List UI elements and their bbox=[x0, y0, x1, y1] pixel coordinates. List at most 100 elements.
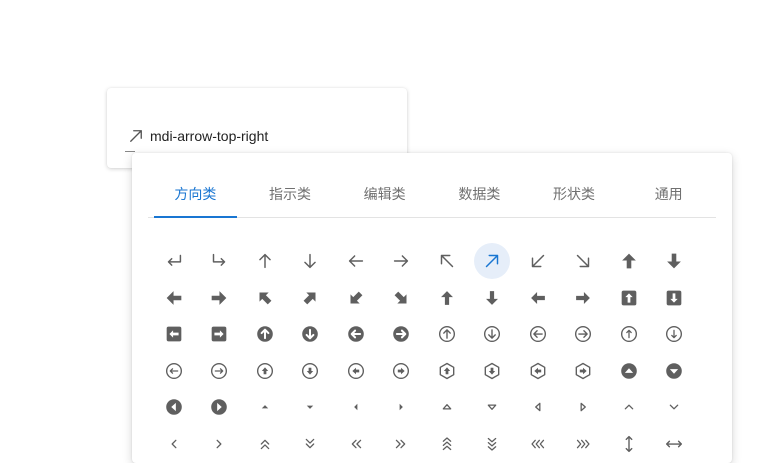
icon-option[interactable] bbox=[151, 280, 197, 317]
icon-option[interactable] bbox=[333, 280, 379, 317]
icon-option[interactable] bbox=[288, 243, 334, 280]
icon-option[interactable] bbox=[515, 243, 561, 280]
icon-option[interactable] bbox=[424, 389, 470, 426]
tab-shape[interactable]: 形状类 bbox=[527, 171, 622, 217]
icon-option[interactable] bbox=[333, 426, 379, 463]
icon-option[interactable] bbox=[288, 426, 334, 463]
icon-option[interactable] bbox=[197, 389, 243, 426]
icon-option[interactable] bbox=[242, 316, 288, 353]
icon-option[interactable] bbox=[424, 426, 470, 463]
arrow-bottom-right-bold-icon bbox=[383, 280, 419, 316]
icon-option[interactable] bbox=[379, 353, 425, 390]
icon-option[interactable] bbox=[333, 243, 379, 280]
arrow-up-thin-circle-outline-icon bbox=[611, 316, 647, 352]
icon-option[interactable] bbox=[515, 280, 561, 317]
arrow-down-bold-icon bbox=[656, 243, 692, 279]
icon-option[interactable] bbox=[151, 243, 197, 280]
icon-option[interactable] bbox=[515, 316, 561, 353]
icon-option[interactable] bbox=[561, 389, 607, 426]
icon-option[interactable] bbox=[379, 280, 425, 317]
icon-option[interactable] bbox=[606, 389, 652, 426]
menu-up-icon bbox=[247, 389, 283, 425]
icon-option[interactable] bbox=[606, 316, 652, 353]
icon-option[interactable] bbox=[197, 316, 243, 353]
arrow-up-icon bbox=[247, 243, 283, 279]
icon-option[interactable] bbox=[561, 280, 607, 317]
icon-option[interactable] bbox=[379, 243, 425, 280]
icon-option[interactable] bbox=[424, 243, 470, 280]
icon-option[interactable] bbox=[652, 316, 698, 353]
arrow-left-thin-circle-outline-icon bbox=[156, 353, 192, 389]
icon-option[interactable] bbox=[197, 243, 243, 280]
icon-option[interactable] bbox=[333, 353, 379, 390]
icon-option[interactable] bbox=[470, 316, 516, 353]
arrow-up-bold-icon bbox=[611, 243, 647, 279]
tab-data[interactable]: 数据类 bbox=[432, 171, 527, 217]
menu-up-outline-icon bbox=[429, 389, 465, 425]
arrow-down-drop-circle-icon bbox=[656, 353, 692, 389]
icon-option[interactable] bbox=[242, 280, 288, 317]
icon-option[interactable] bbox=[288, 280, 334, 317]
arrow-right-drop-circle-outline-icon bbox=[383, 353, 419, 389]
icon-option[interactable] bbox=[515, 353, 561, 390]
icon-option[interactable] bbox=[242, 353, 288, 390]
icon-option[interactable] bbox=[606, 426, 652, 463]
icon-option[interactable] bbox=[151, 389, 197, 426]
icon-option[interactable] bbox=[606, 280, 652, 317]
icon-option[interactable] bbox=[288, 353, 334, 390]
icon-option[interactable] bbox=[379, 316, 425, 353]
arrow-down-thin-circle-outline-icon bbox=[656, 316, 692, 352]
icon-option[interactable] bbox=[197, 426, 243, 463]
icon-option[interactable] bbox=[242, 426, 288, 463]
icon-option[interactable] bbox=[470, 389, 516, 426]
icon-option[interactable] bbox=[606, 353, 652, 390]
arrow-up-down-icon bbox=[611, 426, 647, 462]
icon-option[interactable] bbox=[333, 389, 379, 426]
arrow-bottom-left-icon bbox=[520, 243, 556, 279]
icon-option[interactable] bbox=[561, 316, 607, 353]
icon-option[interactable] bbox=[652, 353, 698, 390]
tab-indicator[interactable]: 指示类 bbox=[243, 171, 338, 217]
icon-option[interactable] bbox=[515, 426, 561, 463]
icon-option[interactable] bbox=[561, 353, 607, 390]
icon-option[interactable] bbox=[151, 316, 197, 353]
icon-option[interactable] bbox=[652, 280, 698, 317]
icon-option[interactable] bbox=[470, 243, 516, 280]
arrow-up-box-icon bbox=[611, 280, 647, 316]
icon-option[interactable] bbox=[197, 280, 243, 317]
icon-option[interactable] bbox=[606, 243, 652, 280]
icon-option[interactable] bbox=[288, 389, 334, 426]
icon-option[interactable] bbox=[561, 243, 607, 280]
icon-option[interactable] bbox=[288, 316, 334, 353]
arrow-up-drop-circle-icon bbox=[611, 353, 647, 389]
icon-option[interactable] bbox=[379, 426, 425, 463]
icon-option[interactable] bbox=[470, 426, 516, 463]
arrow-up-drop-circle-outline-icon bbox=[247, 353, 283, 389]
field-value: mdi-arrow-top-right bbox=[150, 128, 269, 144]
icon-option[interactable] bbox=[424, 280, 470, 317]
arrow-down-icon bbox=[292, 243, 328, 279]
icon-option[interactable] bbox=[652, 426, 698, 463]
icon-option[interactable] bbox=[470, 280, 516, 317]
icon-option[interactable] bbox=[470, 353, 516, 390]
tab-general[interactable]: 通用 bbox=[621, 171, 716, 217]
icon-option[interactable] bbox=[515, 389, 561, 426]
icon-option[interactable] bbox=[242, 389, 288, 426]
icon-option[interactable] bbox=[652, 389, 698, 426]
icon-option[interactable] bbox=[379, 389, 425, 426]
icon-option[interactable] bbox=[197, 353, 243, 390]
icon-option[interactable] bbox=[561, 426, 607, 463]
arrow-up-circle-icon bbox=[247, 316, 283, 352]
icon-option[interactable] bbox=[424, 353, 470, 390]
icon-option[interactable] bbox=[151, 426, 197, 463]
chevron-double-left-icon bbox=[338, 426, 374, 462]
arrow-top-right-icon bbox=[127, 127, 145, 145]
icon-option[interactable] bbox=[151, 353, 197, 390]
arrow-left-circle-outline-icon bbox=[520, 316, 556, 352]
icon-option[interactable] bbox=[333, 316, 379, 353]
tab-direction[interactable]: 方向类 bbox=[148, 171, 243, 218]
icon-option[interactable] bbox=[424, 316, 470, 353]
icon-option[interactable] bbox=[652, 243, 698, 280]
tab-edit[interactable]: 编辑类 bbox=[337, 171, 432, 217]
icon-option[interactable] bbox=[242, 243, 288, 280]
